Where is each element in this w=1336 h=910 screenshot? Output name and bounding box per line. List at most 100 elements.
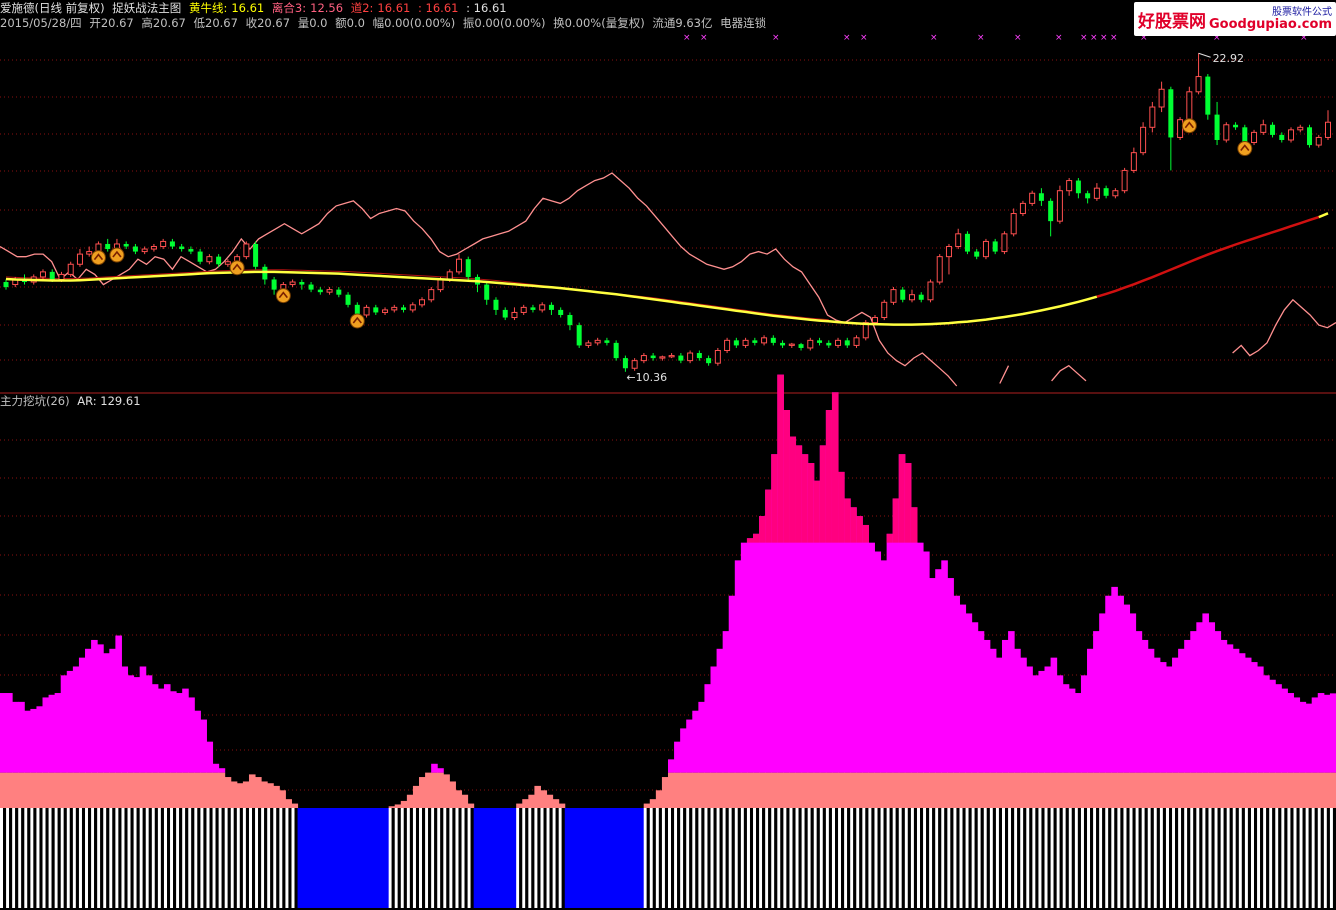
signal-x-mark: × <box>930 33 938 43</box>
candle-body <box>1112 190 1119 197</box>
bar-magenta <box>12 701 19 773</box>
bar-deep-pink <box>783 410 790 543</box>
stripe-white <box>157 808 161 908</box>
indicator-bar <box>1269 679 1276 908</box>
dao-value2: : 16.61 <box>418 1 459 15</box>
indicator-name[interactable]: 主力挖坑(26) <box>0 394 70 408</box>
bar-salmon <box>127 772 135 808</box>
candle-body <box>576 325 582 346</box>
indicator-bar <box>24 710 31 908</box>
candle-body <box>419 299 426 306</box>
signal-marker-icon <box>349 313 365 329</box>
candle <box>317 287 323 295</box>
stripe-black <box>1108 808 1112 908</box>
stripe-black <box>725 808 730 908</box>
indicator-bar <box>358 808 365 908</box>
bar-salmon <box>983 772 991 808</box>
template-name[interactable]: 捉妖战法主图 <box>112 1 181 15</box>
bar-salmon <box>923 772 930 808</box>
indicator-bar <box>18 701 25 908</box>
chart-header-line2: 2015/05/28/四 开20.67 高20.67 低20.67 收20.67… <box>0 15 770 31</box>
candle-body <box>1130 152 1137 171</box>
stripe-black <box>1314 808 1319 908</box>
stripe-black <box>233 808 238 908</box>
stripe-black <box>798 808 803 908</box>
indicator-bar <box>1275 684 1282 908</box>
stripe-black <box>1284 808 1288 908</box>
candle-body <box>835 339 842 346</box>
stripe-black <box>549 808 554 908</box>
chart-canvas[interactable]: × × × × × × × × × × × × × × × ×22.92←10.36 <box>0 0 1336 910</box>
candle-body <box>391 306 398 311</box>
indicator-bar <box>485 808 493 908</box>
candle <box>1205 74 1211 120</box>
stripe-black <box>197 808 201 908</box>
bar-magenta <box>1159 662 1167 773</box>
candle-body <box>465 259 471 277</box>
stripe-black <box>203 808 207 908</box>
bar-magenta <box>929 578 936 773</box>
signal-circle <box>109 247 125 263</box>
candle-body <box>123 243 129 247</box>
bar-salmon <box>728 772 736 808</box>
bar-magenta <box>121 666 129 773</box>
stripe-black <box>45 808 50 908</box>
stripe-white <box>540 808 544 908</box>
indicator-bar <box>388 806 396 908</box>
bar-salmon <box>1026 772 1033 808</box>
indicator-bar <box>722 631 730 908</box>
bar-magenta <box>127 675 135 773</box>
bar-magenta <box>97 644 104 773</box>
stripe-white <box>1257 808 1261 908</box>
candle-body <box>706 358 712 364</box>
stock-name[interactable]: 爱施德(日线 前复权) <box>0 1 105 15</box>
indicator-bar <box>412 785 420 908</box>
stripe-white <box>388 808 392 908</box>
candle <box>1270 122 1276 138</box>
bar-salmon <box>188 772 195 808</box>
candle-body <box>752 340 758 343</box>
stripe-white <box>1159 808 1163 908</box>
dao-value1: 16.61 <box>377 1 411 15</box>
signal-circle <box>1237 141 1253 157</box>
stripe-white <box>546 808 550 908</box>
indicator-bar <box>285 799 292 908</box>
bar-salmon <box>686 772 693 808</box>
bar-magenta <box>1257 666 1264 773</box>
stripe-black <box>683 808 687 908</box>
indicator-bar <box>1008 631 1015 908</box>
stripe-black <box>847 808 851 908</box>
stripe-white <box>0 808 4 908</box>
candle <box>465 256 471 280</box>
stripe-white <box>856 808 860 908</box>
bar-magenta <box>971 622 979 773</box>
indicator-bar <box>30 708 37 908</box>
stripe-black <box>731 808 736 908</box>
stripe-black <box>1320 808 1325 908</box>
stripe-white <box>910 808 914 908</box>
stripe-white <box>734 808 738 908</box>
zero-bar-fill <box>613 808 620 908</box>
stripe-black <box>671 808 675 908</box>
indicator-bar <box>1202 613 1209 908</box>
bar-salmon <box>1093 772 1100 808</box>
bar-magenta <box>1281 688 1288 773</box>
sector-name[interactable]: 电器连锁 <box>720 16 766 30</box>
bar-deep-pink <box>886 533 894 543</box>
bar-salmon <box>42 772 50 808</box>
bar-magenta <box>1269 679 1276 773</box>
candle-body <box>724 339 731 351</box>
bar-salmon <box>880 772 888 808</box>
bar-salmon <box>1111 772 1118 808</box>
bar-magenta <box>30 708 37 773</box>
bar-salmon <box>1178 772 1185 808</box>
stripe-black <box>1266 808 1270 908</box>
bar-salmon <box>953 772 960 808</box>
bar-magenta <box>1038 670 1046 773</box>
indicator-bar <box>1250 662 1258 908</box>
bar-deep-pink <box>765 489 772 543</box>
candle <box>567 312 573 331</box>
bar-magenta <box>856 516 863 773</box>
indicator-bar <box>692 710 699 908</box>
bar-magenta <box>1305 703 1313 773</box>
